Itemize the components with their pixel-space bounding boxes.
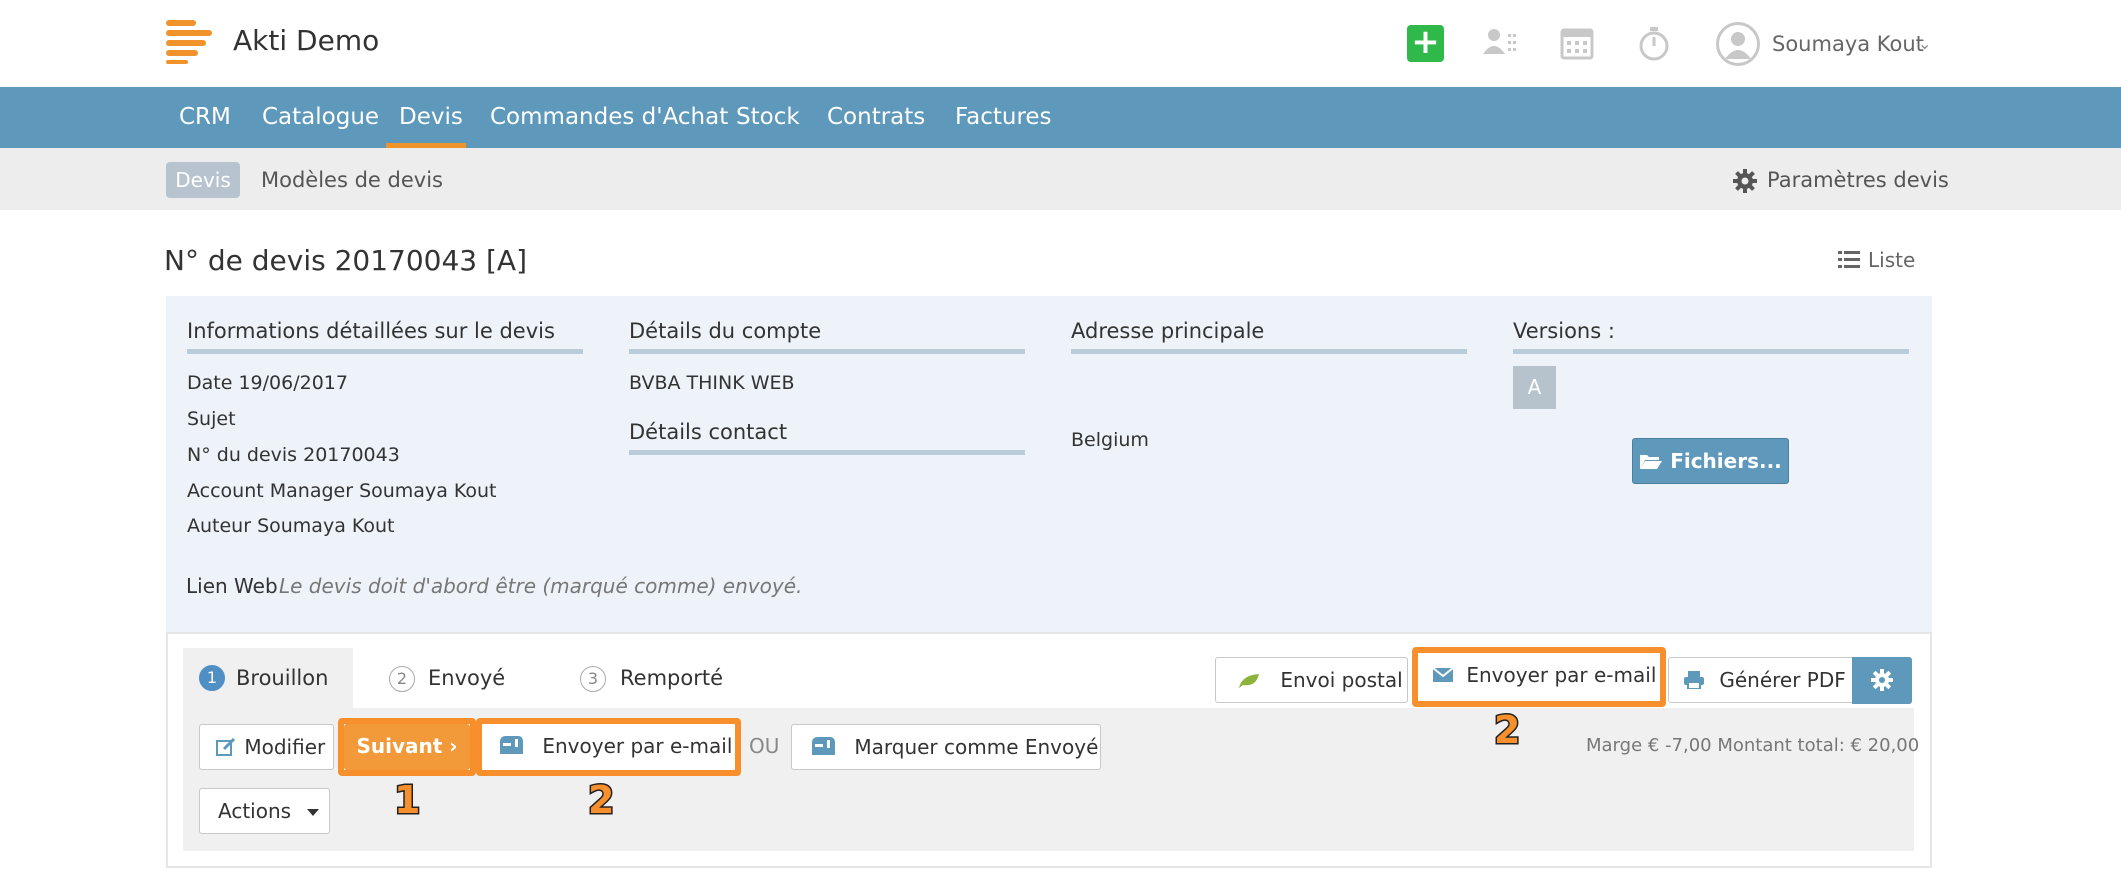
mark-sent-label: Marquer comme Envoyé <box>854 735 1099 759</box>
files-button[interactable]: Fichiers... <box>1632 438 1789 484</box>
divider <box>187 349 583 354</box>
callout-number: 2 <box>586 777 616 824</box>
nav-item-stock[interactable]: Stock <box>736 104 800 130</box>
caret-down-icon <box>307 809 320 816</box>
mark-sent-button[interactable]: Marquer comme Envoyé <box>791 724 1101 770</box>
tab-won[interactable]: Remporté <box>620 666 723 690</box>
account-manager: Account Manager Soumaya Kout <box>187 480 497 502</box>
modify-label: Modifier <box>244 735 326 759</box>
totals-summary: Marge € -7,00 Montant total: € 20,00 <box>1586 735 1920 756</box>
account-company[interactable]: BVBA THINK WEB <box>629 372 795 394</box>
send-email-button-top[interactable]: Envoyer par e-mail <box>1418 653 1660 701</box>
next-button[interactable]: Suivant › <box>344 724 470 770</box>
divider <box>629 349 1025 354</box>
tab-sent[interactable]: Envoyé <box>428 666 505 690</box>
quote-date: Date 19/06/2017 <box>187 372 348 394</box>
printer-icon <box>1683 671 1705 689</box>
weblink-note: Le devis doit d'abord être (marqué comme… <box>279 574 803 598</box>
calendar-icon[interactable] <box>1558 24 1598 64</box>
subnav-item-devis[interactable]: Devis <box>166 162 240 198</box>
postal-send-label: Envoi postal <box>1280 668 1403 692</box>
send-email-label: Envoyer par e-mail <box>542 734 733 758</box>
app-logo-icon[interactable] <box>166 20 212 64</box>
gear-icon[interactable] <box>1852 657 1912 704</box>
postal-send-button[interactable]: Envoi postal <box>1215 657 1408 703</box>
nav-item-devis[interactable]: Devis <box>399 104 463 130</box>
quote-author: Auteur Soumaya Kout <box>187 515 395 537</box>
list-link[interactable]: Liste <box>1868 248 1915 272</box>
envelope-icon <box>1432 667 1454 683</box>
user-name[interactable]: Soumaya Kout <box>1772 32 1924 56</box>
contact-details-heading: Détails contact <box>629 420 788 444</box>
nav-item-contrats[interactable]: Contrats <box>827 104 925 130</box>
step-number: 2 <box>389 666 415 692</box>
divider <box>629 450 1025 455</box>
gear-icon[interactable] <box>1732 168 1758 194</box>
weblink-label: Lien Web <box>186 574 278 598</box>
chevron-down-icon[interactable]: ⌄ <box>1918 34 1931 53</box>
main-address-heading: Adresse principale <box>1071 319 1265 343</box>
callout-number: 1 <box>392 777 422 824</box>
mailbox-icon <box>810 735 836 757</box>
nav-item-factures[interactable]: Factures <box>955 104 1052 130</box>
leaf-icon <box>1238 673 1260 689</box>
list-icon[interactable] <box>1838 250 1860 270</box>
page-title: N° de devis 20170043 [A] <box>164 244 528 277</box>
step-number: 1 <box>199 665 225 691</box>
address-country: Belgium <box>1071 429 1149 451</box>
send-email-label-top: Envoyer par e-mail <box>1466 663 1657 687</box>
subnav-item-templates[interactable]: Modèles de devis <box>261 168 443 192</box>
divider <box>1071 349 1467 354</box>
nav-item-crm[interactable]: CRM <box>179 104 231 130</box>
versions-heading: Versions : <box>1513 319 1615 343</box>
timer-icon[interactable] <box>1634 24 1674 64</box>
generate-pdf-label: Générer PDF <box>1719 668 1846 692</box>
contacts-icon[interactable] <box>1480 24 1520 64</box>
quote-details-heading: Informations détaillées sur le devis <box>187 319 555 343</box>
app-title[interactable]: Akti Demo <box>233 24 379 57</box>
nav-item-catalogue[interactable]: Catalogue <box>262 104 379 130</box>
mailbox-icon <box>498 734 524 756</box>
quote-number: N° du devis 20170043 <box>187 444 400 466</box>
quote-settings-link[interactable]: Paramètres devis <box>1767 168 1949 192</box>
send-email-button[interactable]: Envoyer par e-mail <box>482 724 735 770</box>
step-number: 3 <box>580 666 606 692</box>
or-separator: OU <box>749 734 780 758</box>
account-details-heading: Détails du compte <box>629 319 822 343</box>
actions-dropdown[interactable]: Actions <box>199 788 330 834</box>
add-icon[interactable]: + <box>1407 25 1444 62</box>
folder-open-icon <box>1639 449 1670 473</box>
quote-subject: Sujet <box>187 408 236 430</box>
edit-icon <box>216 738 236 756</box>
modify-button[interactable]: Modifier <box>199 724 334 770</box>
generate-pdf-button[interactable]: Générer PDF <box>1668 657 1853 703</box>
tab-draft[interactable]: Brouillon <box>236 666 328 690</box>
version-badge[interactable]: A <box>1513 366 1556 409</box>
callout-number: 2 <box>1492 707 1522 754</box>
nav-item-commandes[interactable]: Commandes d'Achat <box>490 104 728 130</box>
actions-label: Actions <box>218 799 292 823</box>
divider <box>1513 349 1909 354</box>
avatar[interactable] <box>1716 22 1760 66</box>
files-button-label: Fichiers... <box>1670 449 1782 473</box>
